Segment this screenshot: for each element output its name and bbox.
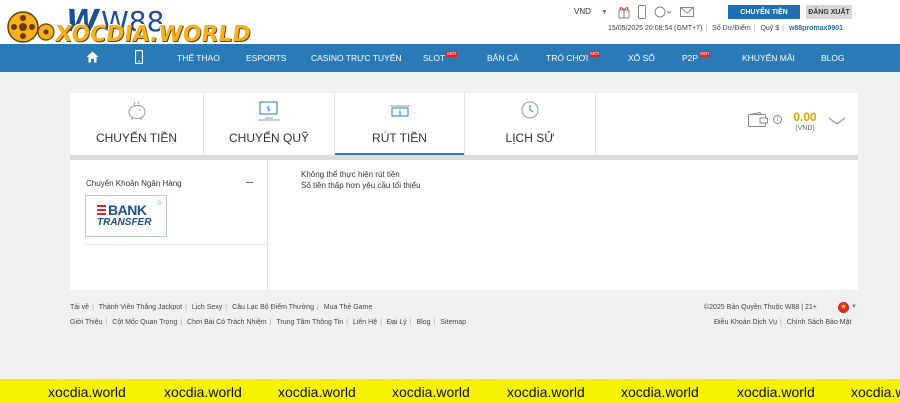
logout-button[interactable]: ĐĂNG XUẤT: [806, 5, 852, 19]
nav-item-blog[interactable]: BLOG: [821, 53, 845, 63]
username-link[interactable]: w88promax0901: [789, 25, 843, 32]
chevron-down-icon[interactable]: [828, 117, 846, 126]
footer-link[interactable]: Tải về: [70, 304, 89, 311]
watermark-text: xocdia.world: [392, 384, 470, 400]
nav-item-lottery[interactable]: XỔ SỐ: [628, 53, 655, 63]
watermark-text: xocdia.world: [737, 384, 815, 400]
tab-label: RÚT TIỀN: [372, 131, 427, 145]
tab-fund-transfer[interactable]: $ CHUYỂN QUỸ: [204, 93, 335, 155]
new-badge: MỚI: [446, 51, 458, 57]
balance-currency: (VND): [795, 125, 815, 132]
nav-item-casino[interactable]: CASINO TRỰC TUYẾN: [311, 53, 402, 63]
footer-link[interactable]: Sitemap: [440, 319, 466, 326]
copyright-text: ©2025 Bản Quyền Thuộc W88 | 21+: [704, 304, 817, 311]
withdraw-method-list: Chuyển Khoản Ngân Hàng BANK TRANSFER ☆: [70, 160, 268, 290]
withdraw-error-detail: Số tiền thấp hơn yêu cầu tối thiểu: [301, 181, 421, 190]
monitor-transfer-icon: $: [258, 101, 280, 121]
new-badge: MỚI: [589, 51, 601, 57]
gift-icon[interactable]: [618, 5, 630, 19]
piggy-bank-icon: [128, 101, 145, 120]
header-transfer-button[interactable]: CHUYỂN TIỀN: [728, 5, 800, 19]
terms-link[interactable]: Điều Khoản Dịch Vụ: [714, 319, 777, 326]
bank-bars-icon: [97, 205, 106, 217]
mobile-icon[interactable]: [638, 5, 646, 19]
transfer-word: TRANSFER: [97, 217, 152, 228]
footer-link[interactable]: Mua Thẻ Game: [324, 304, 373, 311]
footer-link[interactable]: Trung Tâm Thông Tin: [276, 319, 343, 326]
footer-link[interactable]: Lịch Sexy: [192, 304, 222, 311]
svg-text:$: $: [266, 105, 270, 113]
info-icon[interactable]: i: [773, 115, 782, 124]
watermark-text: xocdia.world: [851, 384, 900, 400]
withdraw-error-title: Không thể thực hiện rút tiền: [301, 170, 400, 179]
main-nav: THỂ THAO ESPORTS CASINO TRỰC TUYẾN SLOT M…: [0, 44, 900, 72]
tab-label: CHUYỂN TIỀN: [95, 131, 178, 145]
watermark-text: xocdia.world: [164, 384, 242, 400]
nav-item-sports[interactable]: THỂ THAO: [177, 53, 220, 63]
new-badge: MỚI: [699, 51, 710, 57]
header-icon-bar: [618, 4, 694, 20]
favorite-star-icon: ☆: [156, 198, 164, 207]
footer-link[interactable]: Thành Viên Thắng Jackpot: [99, 304, 182, 311]
nav-item-p2p[interactable]: P2P MỚI: [682, 51, 710, 63]
fund-link[interactable]: Quỹ $: [760, 25, 779, 32]
nav-item-fishing[interactable]: BẮN CÁ: [487, 53, 519, 63]
currency-selector[interactable]: VND ▼: [574, 7, 608, 16]
footer-link[interactable]: Đại Lý: [387, 319, 407, 326]
watermark-band: xocdia.world xocdia.world xocdia.world x…: [0, 379, 900, 403]
chevron-down-icon[interactable]: ▼: [851, 304, 857, 310]
method-group-title[interactable]: Chuyển Khoản Ngân Hàng: [86, 179, 182, 188]
footer-link[interactable]: Liên Hệ: [353, 319, 377, 326]
footer-links-row2: Giới Thiệu | Cột Mốc Quan Trọng | Chơi Bài…: [70, 319, 466, 326]
bank-transfer-option[interactable]: BANK TRANSFER ☆: [85, 195, 167, 237]
tab-withdraw[interactable]: $ RÚT TIỀN: [335, 93, 465, 155]
method-divider: [85, 244, 268, 245]
tab-label: LỊCH SỬ: [505, 131, 555, 145]
mobile-app-icon[interactable]: [135, 50, 143, 64]
nav-item-slot[interactable]: SLOT MỚI: [423, 51, 458, 63]
watermark-text: xocdia.world: [507, 384, 585, 400]
home-icon[interactable]: [86, 51, 99, 63]
watermark-text: xocdia.world: [48, 384, 126, 400]
nav-item-promotions[interactable]: KHUYẾN MÃI: [742, 53, 795, 63]
balance-amount: 0.00: [793, 110, 817, 124]
footer-legal-links: Điều Khoản Dịch Vụ | Chính Sách Bảo Mật: [714, 319, 852, 326]
tab-history[interactable]: LỊCH SỬ: [465, 93, 596, 155]
cash-withdraw-icon: $: [389, 105, 410, 117]
nav-item-esports[interactable]: ESPORTS: [246, 53, 286, 63]
nav-item-games[interactable]: TRÒ CHƠI MỚI: [546, 51, 601, 63]
footer-links-row1: Tải về | Thành Viên Thắng Jackpot | Lịch S…: [70, 304, 373, 311]
bank-word: BANK: [108, 202, 147, 218]
withdraw-panel: Chuyển Khoản Ngân Hàng BANK TRANSFER ☆ K…: [70, 160, 858, 290]
mail-icon[interactable]: [680, 7, 694, 17]
server-datetime: 15/05/2025 20:08:54 (GMT+7): [608, 25, 703, 32]
tab-label: CHUYỂN QUỸ: [228, 131, 309, 145]
flag-star-icon: ★: [839, 302, 848, 311]
watermark-text: xocdia.world: [621, 384, 699, 400]
top-header: W W88 XOCDIA.WORLD VND ▼ CHUYỂN TIỀN ĐĂNG …: [0, 0, 900, 47]
footer-link[interactable]: Câu Lạc Bộ Điểm Thưởng: [232, 304, 314, 311]
footer-link[interactable]: Chơi Bài Có Trách Nhiệm: [187, 319, 267, 326]
footer-link[interactable]: Giới Thiệu: [70, 319, 102, 326]
privacy-link[interactable]: Chính Sách Bảo Mật: [787, 319, 852, 326]
clock-history-icon: [521, 101, 539, 119]
chevron-down-icon: ▼: [600, 9, 608, 16]
header-meta: 15/05/2025 20:08:54 (GMT+7) | Số Dư/Điểm |…: [608, 25, 844, 32]
footer-link[interactable]: Blog: [417, 319, 431, 326]
watermark-text: xocdia.world: [278, 384, 356, 400]
balance-points-link[interactable]: Số Dư/Điểm: [712, 25, 751, 32]
svg-text:$: $: [398, 110, 402, 117]
collapse-icon[interactable]: [246, 182, 253, 183]
tab-deposit[interactable]: CHUYỂN TIỀN: [70, 93, 204, 155]
sound-toggle-icon[interactable]: [654, 6, 672, 18]
footer-link[interactable]: Cột Mốc Quan Trọng: [112, 319, 177, 326]
funds-tabs: CHUYỂN TIỀN $ CHUYỂN QUỸ $ RÚT TIỀN LỊCH…: [70, 93, 858, 155]
wallet-icon: [748, 112, 768, 127]
film-reel-logo-icon: [7, 11, 55, 43]
